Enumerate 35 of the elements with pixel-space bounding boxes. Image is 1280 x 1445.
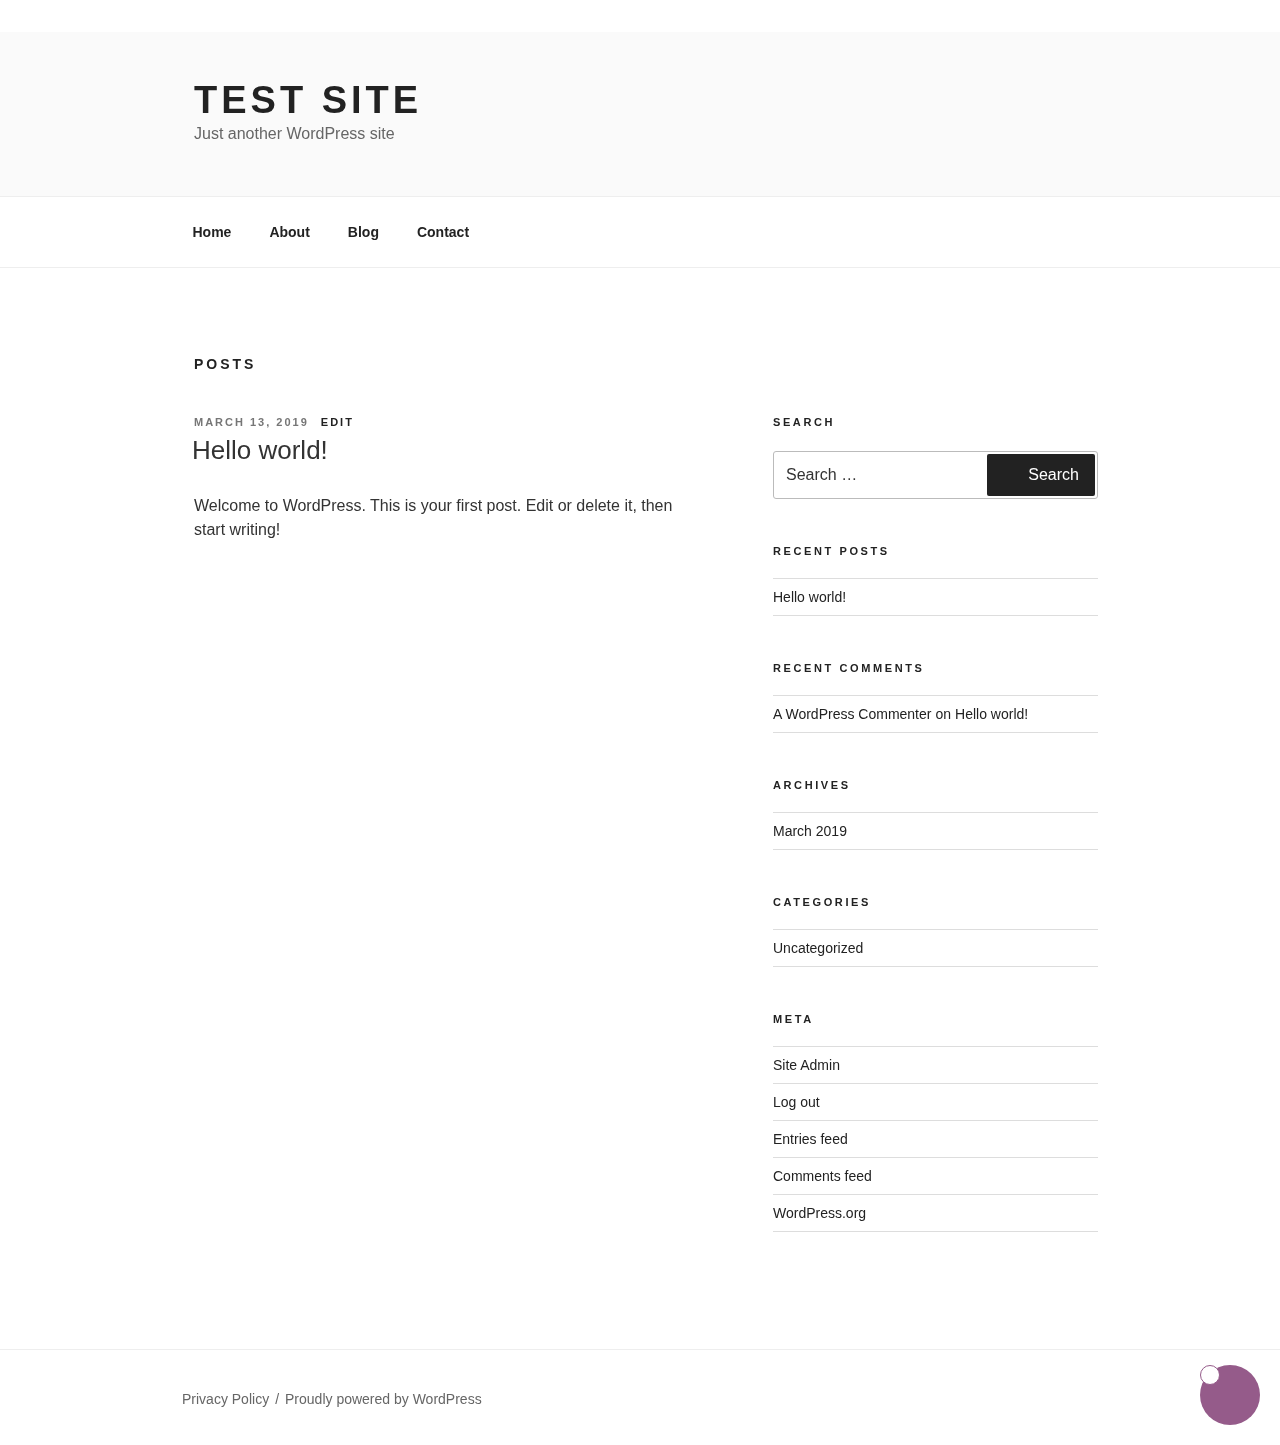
nav-link[interactable]: About	[269, 224, 310, 240]
widget-title: ARCHIVES	[773, 778, 851, 793]
widget-title: RECENT COMMENTS	[773, 661, 925, 676]
nav-link[interactable]: Contact	[416, 224, 470, 240]
search-button[interactable]: Search	[987, 454, 1095, 496]
comment-post-link[interactable]: Hello world!	[955, 704, 1029, 724]
widget-title: CATEGORIES	[773, 895, 871, 910]
widget-link[interactable]: Log out	[773, 1094, 820, 1110]
notification-dot	[1200, 1365, 1220, 1385]
chat-bubble-button[interactable]	[1200, 1365, 1260, 1425]
footer-link[interactable]: Proudly powered by WordPress	[285, 1389, 482, 1409]
widget-link[interactable]: Entries feed	[773, 1131, 848, 1147]
nav-link[interactable]: Blog	[347, 224, 379, 240]
widget-link[interactable]: WordPress.org	[773, 1205, 867, 1221]
comment-author-link[interactable]: A WordPress Commenter	[773, 704, 932, 724]
widget-title: RECENT POSTS	[773, 544, 890, 559]
site-title[interactable]: TEST SITE	[194, 76, 423, 124]
edit-link[interactable]: EDIT	[320, 412, 354, 432]
page-heading: POSTS	[194, 355, 257, 374]
footer-separator: /	[275, 1390, 280, 1409]
post-body: Welcome to WordPress. This is your first post. Edit or delete it, then start writing!	[194, 496, 674, 540]
nav-link[interactable]: Home	[192, 224, 232, 240]
widget-link[interactable]: Site Admin	[773, 1057, 840, 1073]
post-title[interactable]: Hello world!	[192, 432, 328, 468]
widget-link[interactable]: Hello world!	[773, 589, 847, 605]
widget-link[interactable]: March 2019	[773, 823, 847, 839]
widget-link[interactable]: Uncategorized	[773, 940, 864, 956]
post-date[interactable]: MARCH 13, 2019	[194, 412, 309, 432]
search-field[interactable]: Search … Search	[773, 451, 1098, 499]
widget-title: META	[773, 1012, 814, 1027]
comment-joiner: on	[935, 705, 952, 724]
widget-title: SEARCH	[773, 415, 836, 430]
site-tagline: Just another WordPress site	[194, 124, 395, 144]
footer-link[interactable]: Privacy Policy	[182, 1389, 270, 1409]
widget-link[interactable]: Comments feed	[773, 1168, 872, 1184]
